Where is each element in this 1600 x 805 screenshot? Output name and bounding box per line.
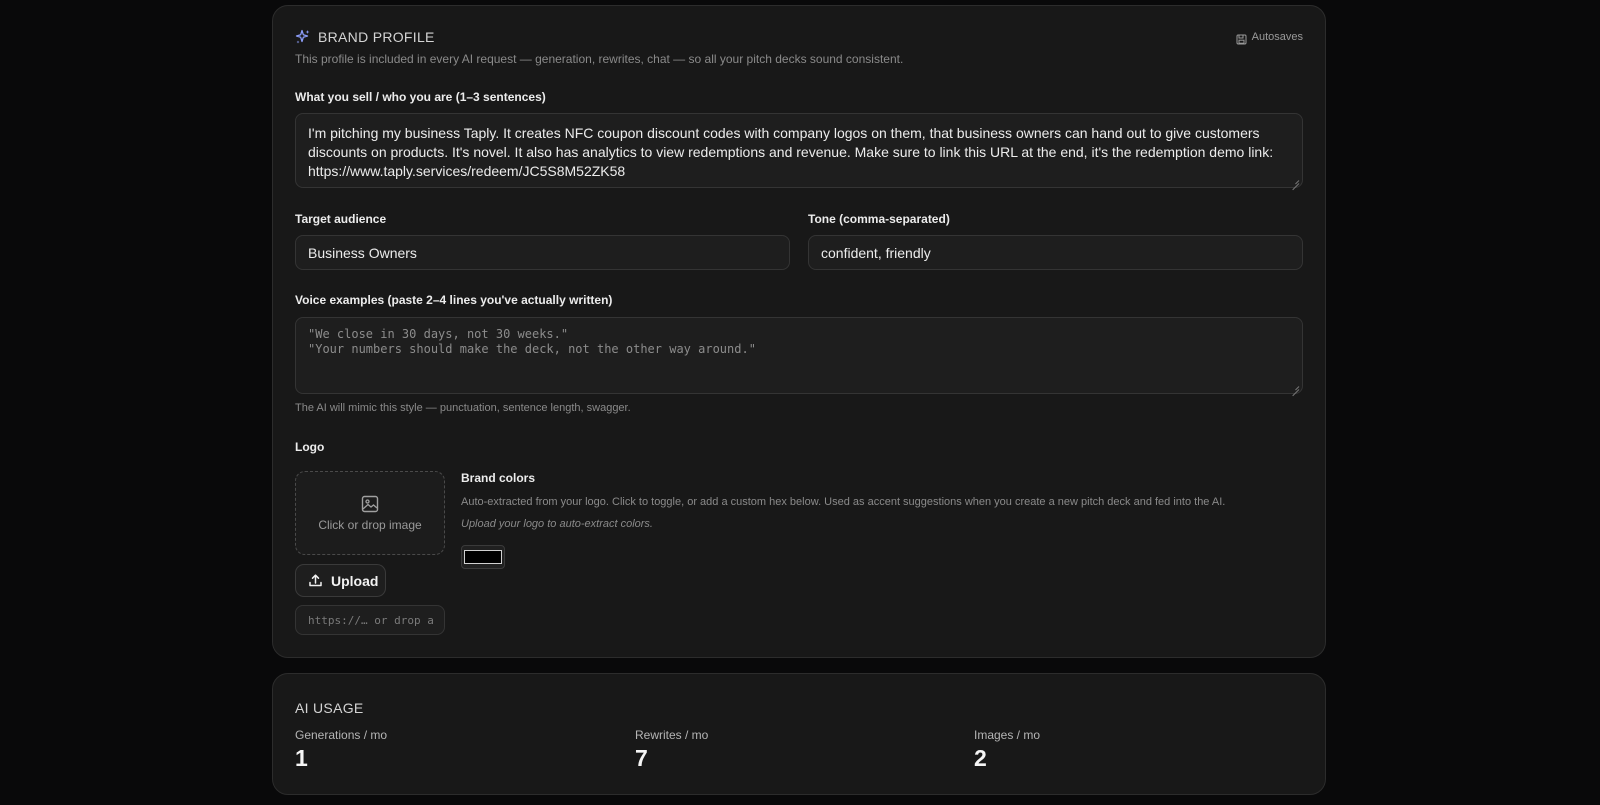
rewrites-label: Rewrites / mo bbox=[635, 728, 709, 742]
autosave-indicator: Autosaves bbox=[1236, 31, 1303, 44]
generations-value: 1 bbox=[295, 745, 308, 771]
voice-examples-help: The AI will mimic this style — punctuati… bbox=[295, 402, 631, 414]
logo-url-placeholder: https://… or drop a bbox=[308, 613, 434, 627]
upload-icon bbox=[308, 573, 323, 588]
autosave-label: Autosaves bbox=[1251, 31, 1303, 43]
ai-usage-title: AI USAGE bbox=[295, 700, 364, 716]
what-you-sell-label: What you sell / who you are (1–3 sentenc… bbox=[295, 90, 546, 104]
tone-input[interactable]: confident, friendly bbox=[808, 235, 1303, 270]
target-audience-value: Business Owners bbox=[308, 244, 417, 261]
brand-profile-description: This profile is included in every AI req… bbox=[295, 52, 904, 66]
tone-value: confident, friendly bbox=[821, 244, 931, 261]
upload-label: Upload bbox=[331, 572, 379, 589]
logo-dropzone[interactable]: Click or drop image bbox=[295, 471, 445, 555]
target-audience-input[interactable]: Business Owners bbox=[295, 235, 790, 270]
save-icon bbox=[1236, 32, 1247, 44]
target-audience-label: Target audience bbox=[295, 212, 387, 226]
resize-handle[interactable] bbox=[1291, 176, 1299, 184]
brand-colors-hint: Upload your logo to auto-extract colors. bbox=[461, 518, 653, 530]
custom-color-picker[interactable] bbox=[461, 545, 505, 569]
voice-examples-label: Voice examples (paste 2–4 lines you've a… bbox=[295, 293, 613, 307]
brand-colors-description: Auto-extracted from your logo. Click to … bbox=[461, 496, 1226, 508]
brand-profile-title: BRAND PROFILE bbox=[318, 29, 435, 45]
brand-profile-card: BRAND PROFILE Autosaves This profile is … bbox=[272, 5, 1326, 658]
logo-url-input[interactable]: https://… or drop a bbox=[295, 605, 445, 635]
upload-button[interactable]: Upload bbox=[295, 564, 386, 597]
rewrites-value: 7 bbox=[635, 745, 648, 771]
tone-label: Tone (comma-separated) bbox=[808, 212, 950, 226]
brand-colors-label: Brand colors bbox=[461, 471, 536, 485]
resize-handle[interactable] bbox=[1291, 382, 1299, 390]
image-icon bbox=[361, 495, 379, 513]
ai-usage-card: AI USAGE Generations / mo 1 Rewrites / m… bbox=[272, 673, 1326, 795]
images-value: 2 bbox=[974, 745, 987, 771]
dropzone-text: Click or drop image bbox=[318, 517, 422, 532]
voice-examples-textarea[interactable]: "We close in 30 days, not 30 weeks." "Yo… bbox=[295, 317, 1303, 394]
images-label: Images / mo bbox=[974, 728, 1041, 742]
what-you-sell-value: I'm pitching my business Taply. It creat… bbox=[308, 125, 1274, 179]
color-swatch bbox=[464, 550, 502, 564]
what-you-sell-textarea[interactable]: I'm pitching my business Taply. It creat… bbox=[295, 113, 1303, 188]
voice-examples-placeholder: "We close in 30 days, not 30 weeks." "Yo… bbox=[308, 327, 756, 356]
sparkles-icon bbox=[295, 29, 311, 45]
generations-label: Generations / mo bbox=[295, 728, 388, 742]
logo-label: Logo bbox=[295, 440, 325, 454]
